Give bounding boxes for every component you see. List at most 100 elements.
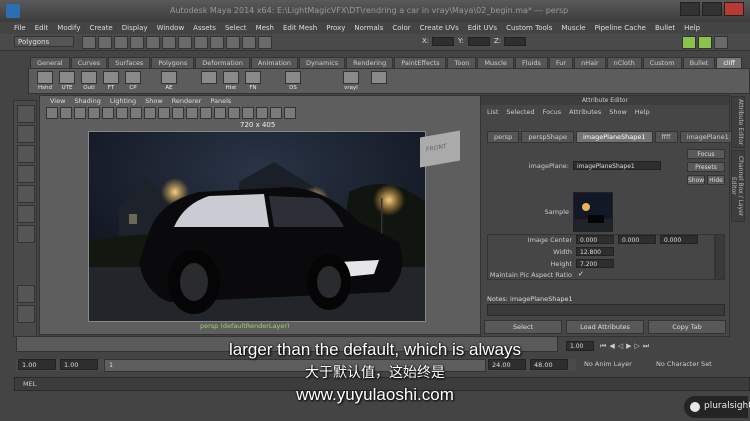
panel-menu-lighting[interactable]: Lighting	[110, 96, 136, 106]
snap-grid-icon[interactable]	[178, 36, 192, 49]
shelf-item-hist[interactable]: Hist	[221, 71, 241, 91]
mode-selector[interactable]: Polygons	[14, 36, 74, 47]
panel-menu-renderer[interactable]: Renderer	[172, 96, 202, 106]
panel-menu-panels[interactable]: Panels	[210, 96, 231, 106]
menu-create-uvs[interactable]: Create UVs	[420, 22, 459, 34]
show-attribute-editor-icon[interactable]	[682, 36, 696, 49]
field-chart-icon[interactable]	[144, 107, 156, 119]
film-gate-icon[interactable]	[102, 107, 114, 119]
shelf-item-cp[interactable]: CP	[123, 71, 143, 91]
ae-menu-show[interactable]: Show	[609, 108, 627, 116]
menu-proxy[interactable]: Proxy	[326, 22, 345, 34]
save-scene-icon[interactable]	[114, 36, 128, 49]
menu-mesh[interactable]: Mesh	[256, 22, 274, 34]
ae-tab-imageplane1[interactable]: imagePlane1	[679, 131, 736, 143]
menu-modify[interactable]: Modify	[57, 22, 80, 34]
viewcube[interactable]: FRONT	[420, 130, 460, 168]
ae-tab-ffff[interactable]: ffff	[654, 131, 678, 143]
shelf-item-fn[interactable]: FN	[243, 71, 263, 91]
shelf-item-hshd[interactable]: Hshd	[35, 71, 55, 91]
viewport-panel[interactable]: View Shading Lighting Show Renderer Pane…	[39, 95, 481, 335]
close-button[interactable]	[724, 2, 744, 16]
resolution-gate-icon[interactable]	[116, 107, 128, 119]
menu-display[interactable]: Display	[122, 22, 148, 34]
scale-tool-icon[interactable]	[17, 205, 35, 223]
shelf-item-ds[interactable]: DS	[283, 71, 303, 91]
attribute-scrollbar[interactable]	[715, 234, 725, 280]
snap-point-icon[interactable]	[210, 36, 224, 49]
z-coord-field[interactable]	[504, 37, 526, 46]
lights-icon[interactable]	[242, 107, 254, 119]
image-plane-icon[interactable]	[74, 107, 86, 119]
ae-menu-attributes[interactable]: Attributes	[569, 108, 601, 116]
show-button[interactable]: Show	[687, 175, 705, 185]
snap-curve-icon[interactable]	[194, 36, 208, 49]
bookmark-icon[interactable]	[60, 107, 72, 119]
menu-create[interactable]: Create	[89, 22, 112, 34]
image-center-y-field[interactable]: 0.000	[618, 235, 656, 244]
side-tab-channel-box[interactable]: Channel Box / Layer Editor	[730, 150, 745, 222]
image-center-x-field[interactable]: 0.000	[576, 235, 614, 244]
menu-edit-mesh[interactable]: Edit Mesh	[283, 22, 317, 34]
wireframe-on-shaded-icon[interactable]	[214, 107, 226, 119]
ae-menu-list[interactable]: List	[487, 108, 498, 116]
shelf-item-vrayl[interactable]: vrayl	[341, 71, 361, 91]
render-icon[interactable]	[226, 36, 240, 49]
camera-attributes-icon[interactable]	[46, 107, 58, 119]
grid-toggle-icon[interactable]	[88, 107, 100, 119]
open-scene-icon[interactable]	[98, 36, 112, 49]
layout-persp-icon[interactable]	[17, 305, 35, 323]
menu-muscle[interactable]: Muscle	[561, 22, 585, 34]
xray-icon[interactable]	[270, 107, 282, 119]
hide-button[interactable]: Hide	[707, 175, 725, 185]
select-button[interactable]: Select	[484, 320, 562, 334]
menu-bullet[interactable]: Bullet	[655, 22, 675, 34]
panel-menu-view[interactable]: View	[50, 96, 65, 106]
smooth-shade-icon[interactable]	[200, 107, 212, 119]
ae-menu-focus[interactable]: Focus	[543, 108, 562, 116]
load-attributes-button[interactable]: Load Attributes	[566, 320, 644, 334]
menu-normals[interactable]: Normals	[354, 22, 383, 34]
menu-window[interactable]: Window	[157, 22, 185, 34]
textured-icon[interactable]	[228, 107, 240, 119]
safe-action-icon[interactable]	[158, 107, 170, 119]
height-field[interactable]: 7.200	[576, 259, 614, 268]
select-tool-icon[interactable]	[17, 105, 35, 123]
layout-single-icon[interactable]	[17, 285, 35, 303]
shelf-item-grid[interactable]	[199, 71, 219, 85]
shelf-item-ute[interactable]: UTE	[57, 71, 77, 91]
move-tool-icon[interactable]	[17, 165, 35, 183]
minimize-button[interactable]	[680, 2, 700, 16]
copy-tab-button[interactable]: Copy Tab	[648, 320, 726, 334]
menu-select[interactable]: Select	[225, 22, 247, 34]
menu-edit-uvs[interactable]: Edit UVs	[468, 22, 497, 34]
x-coord-field[interactable]	[432, 37, 454, 46]
menu-help[interactable]: Help	[684, 22, 700, 34]
ae-tab-perspshape[interactable]: perspShape	[521, 131, 574, 143]
menu-file[interactable]: File	[14, 22, 26, 34]
focus-button[interactable]: Focus	[687, 149, 725, 159]
gate-mask-icon[interactable]	[130, 107, 142, 119]
side-tab-attribute-editor[interactable]: Attribute Editor	[731, 96, 745, 148]
rotate-tool-icon[interactable]	[17, 185, 35, 203]
menu-assets[interactable]: Assets	[193, 22, 216, 34]
paint-select-tool-icon[interactable]	[17, 145, 35, 163]
menu-edit[interactable]: Edit	[35, 22, 49, 34]
select-hierarchy-icon[interactable]	[130, 36, 144, 49]
lasso-tool-icon[interactable]	[17, 125, 35, 143]
shelf-item-ae[interactable]: AE	[159, 71, 179, 91]
show-tool-settings-icon[interactable]	[698, 36, 712, 49]
notes-field[interactable]	[487, 304, 725, 316]
y-coord-field[interactable]	[468, 37, 490, 46]
shadows-icon[interactable]	[256, 107, 268, 119]
aspect-ratio-checkbox[interactable]: ✓	[578, 270, 584, 278]
image-center-z-field[interactable]: 0.000	[660, 235, 698, 244]
shelf-item-outl[interactable]: Outl	[79, 71, 99, 91]
maximize-button[interactable]	[702, 2, 722, 16]
presets-button[interactable]: Presets	[687, 162, 725, 172]
isolate-select-icon[interactable]	[284, 107, 296, 119]
image-plane-field[interactable]: imagePlaneShape1	[573, 161, 661, 170]
ae-menu-selected[interactable]: Selected	[506, 108, 534, 116]
ae-tab-persp[interactable]: persp	[487, 131, 520, 143]
ae-menu-help[interactable]: Help	[635, 108, 650, 116]
